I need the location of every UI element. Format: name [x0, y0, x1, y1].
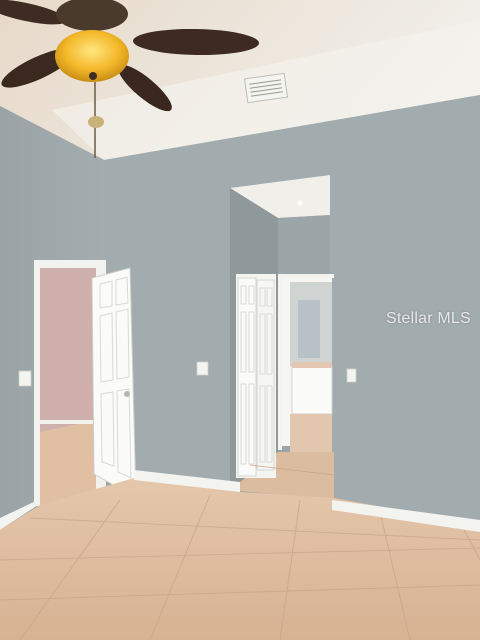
bathroom-vanity [291, 365, 333, 415]
light-switch-left[interactable] [18, 370, 32, 387]
door-knob[interactable] [124, 391, 130, 397]
fan-light-finial [89, 72, 97, 80]
light-switch-right[interactable] [346, 368, 357, 383]
bathroom-mirror [298, 300, 320, 358]
doorway-trim-left [278, 274, 282, 450]
watermark-text: Stellar MLS [386, 310, 471, 327]
fan-pull-chain-fob [88, 116, 104, 128]
adjacent-room-wall [40, 268, 96, 434]
adjacent-room-baseboard [40, 420, 96, 424]
hallway-ceiling-light [297, 200, 303, 206]
bathroom-counter [292, 362, 332, 368]
doorway-trim-top [278, 274, 334, 278]
light-switch-center[interactable] [196, 361, 209, 376]
bathroom-floor [290, 414, 332, 452]
room-photo: Stellar MLS [0, 0, 480, 640]
